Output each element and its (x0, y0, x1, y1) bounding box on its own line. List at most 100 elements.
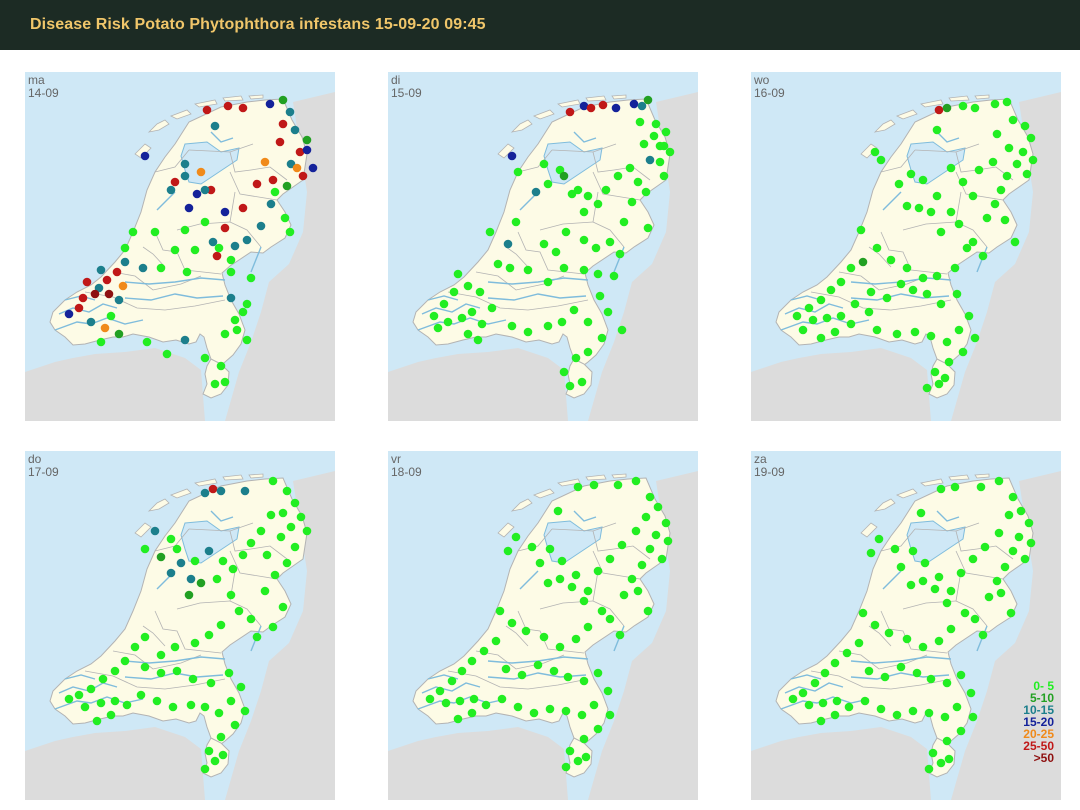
station-marker (830, 710, 840, 720)
station-marker (545, 544, 555, 554)
station-marker (994, 528, 1004, 538)
station-marker (236, 682, 246, 692)
station-marker (968, 712, 978, 722)
station-marker (511, 532, 521, 542)
station-marker (100, 323, 110, 333)
station-marker (950, 482, 960, 492)
station-marker (583, 586, 593, 596)
station-marker (906, 169, 916, 179)
station-marker (106, 311, 116, 321)
station-marker (571, 570, 581, 580)
station-marker (579, 596, 589, 606)
panel-label: do 17-09 (28, 453, 59, 479)
wadden-island (248, 473, 264, 479)
station-marker (78, 293, 88, 303)
station-marker (302, 526, 312, 536)
station-marker (924, 764, 934, 774)
station-marker (984, 592, 994, 602)
map-panel-vr: vr 18-09 (388, 451, 698, 800)
station-marker (559, 263, 569, 273)
station-marker (425, 694, 435, 704)
station-marker (617, 325, 627, 335)
wadden-island (896, 488, 918, 499)
station-marker (593, 668, 603, 678)
station-marker (170, 642, 180, 652)
station-marker (944, 357, 954, 367)
station-marker (246, 273, 256, 283)
wadden-island (170, 488, 192, 499)
station-marker (182, 267, 192, 277)
station-marker (934, 105, 944, 115)
station-marker (491, 636, 501, 646)
station-marker (543, 179, 553, 189)
station-marker (200, 488, 210, 498)
station-marker (180, 225, 190, 235)
station-marker (449, 287, 459, 297)
station-marker (603, 686, 613, 696)
station-marker (952, 702, 962, 712)
station-marker (543, 277, 553, 287)
station-marker (220, 377, 230, 387)
station-marker (934, 636, 944, 646)
station-marker (631, 526, 641, 536)
station-marker (914, 203, 924, 213)
wadden-island (248, 94, 264, 100)
station-marker (190, 638, 200, 648)
station-marker (980, 542, 990, 552)
station-marker (188, 674, 198, 684)
station-marker (916, 508, 926, 518)
panel-label: di 15-09 (391, 74, 422, 100)
station-marker (886, 255, 896, 265)
station-marker (850, 299, 860, 309)
station-marker (932, 271, 942, 281)
station-marker (990, 199, 1000, 209)
station-marker (866, 287, 876, 297)
station-marker (170, 245, 180, 255)
wadden-island (510, 119, 533, 133)
station-marker (661, 518, 671, 528)
station-marker (453, 269, 463, 279)
station-marker (858, 608, 868, 618)
station-marker (192, 189, 202, 199)
station-marker (653, 502, 663, 512)
station-marker (613, 480, 623, 490)
station-marker (80, 702, 90, 712)
station-marker (936, 758, 946, 768)
wadden-island (873, 498, 896, 512)
station-marker (810, 678, 820, 688)
station-marker (597, 606, 607, 616)
station-marker (617, 540, 627, 550)
station-marker (238, 550, 248, 560)
station-marker (579, 676, 589, 686)
station-marker (86, 317, 96, 327)
station-marker (226, 255, 236, 265)
station-marker (190, 556, 200, 566)
station-marker (946, 163, 956, 173)
legend-item: >50 (1033, 751, 1054, 765)
wadden-island (134, 522, 152, 538)
station-marker (942, 103, 952, 113)
map-panel-wo: wo 16-09 (751, 72, 1061, 421)
station-marker (571, 634, 581, 644)
station-marker (956, 568, 966, 578)
station-marker (918, 273, 928, 283)
panel-label: za 19-09 (754, 453, 785, 479)
station-marker (479, 646, 489, 656)
station-marker (443, 317, 453, 327)
station-marker (808, 315, 818, 325)
station-marker (110, 696, 120, 706)
station-marker (216, 732, 226, 742)
station-marker (200, 764, 210, 774)
station-marker (543, 321, 553, 331)
station-marker (238, 307, 248, 317)
station-marker (870, 620, 880, 630)
station-marker (926, 207, 936, 217)
station-marker (846, 319, 856, 329)
station-marker (920, 558, 930, 568)
station-marker (204, 546, 214, 556)
station-marker (573, 756, 583, 766)
station-marker (956, 670, 966, 680)
station-marker (908, 706, 918, 716)
station-marker (573, 185, 583, 195)
map-panel-do: do 17-09 (25, 451, 335, 800)
